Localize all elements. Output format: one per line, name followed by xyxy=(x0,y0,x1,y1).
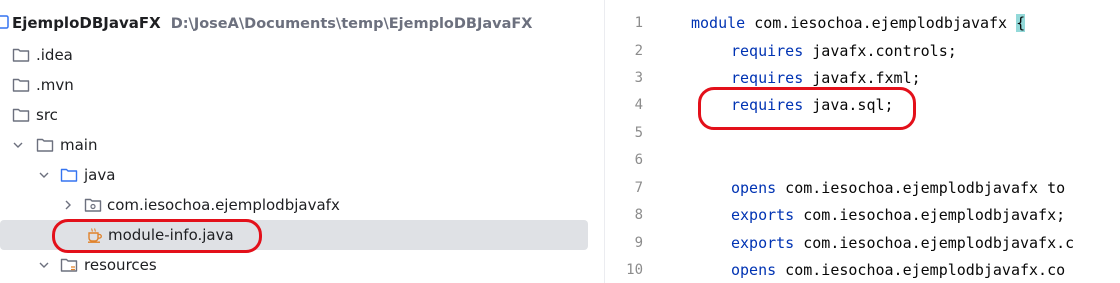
tree-item-module-info[interactable]: module-info.java xyxy=(0,220,588,250)
tree-item-src[interactable]: src xyxy=(0,100,590,130)
tree-item-idea[interactable]: .idea xyxy=(0,40,590,70)
folder-icon xyxy=(36,136,54,154)
chevron-down-icon[interactable] xyxy=(36,257,52,273)
source-folder-icon xyxy=(60,166,78,184)
tree-item-label: resources xyxy=(84,256,157,274)
project-tree-panel: EjemploDBJavaFX D:\JoseA\Documents\temp\E… xyxy=(0,0,604,283)
project-root-name: EjemploDBJavaFX xyxy=(12,14,161,32)
folder-icon xyxy=(12,106,30,124)
code-text: com.iesochoa.ejemplodbjavafx to xyxy=(776,179,1066,197)
package-icon xyxy=(84,196,102,214)
code-line-1: module com.iesochoa.ejemplodbjavafx { xyxy=(691,9,1026,37)
code-line-3: requires javafx.fxml; xyxy=(731,64,921,92)
matched-brace: { xyxy=(1016,14,1026,32)
code-text: com.iesochoa.ejemplodbjavafx; xyxy=(794,206,1066,224)
keyword: requires xyxy=(731,96,804,114)
code-editor[interactable]: 1 2 3 4 5 6 7 8 9 10 module com.iesochoa… xyxy=(605,0,1120,283)
java-file-icon xyxy=(86,226,104,244)
code-line-4: requires java.sql; xyxy=(731,91,894,119)
chevron-down-icon[interactable] xyxy=(10,137,26,153)
keyword: requires xyxy=(731,42,804,60)
resources-folder-icon xyxy=(60,256,78,274)
chevron-down-icon[interactable] xyxy=(36,167,52,183)
tree-item-label: module-info.java xyxy=(108,226,234,244)
line-number: 2 xyxy=(634,43,643,59)
line-number: 9 xyxy=(634,235,643,251)
tree-item-label: src xyxy=(36,106,58,124)
tree-item-package[interactable]: com.iesochoa.ejemplodbjavafx xyxy=(0,190,590,220)
project-root-path: D:\JoseA\Documents\temp\EjemploDBJavaFX xyxy=(170,16,533,32)
code-text: com.iesochoa.ejemplodbjavafx xyxy=(745,14,1017,32)
keyword: module xyxy=(691,14,746,32)
keyword: requires xyxy=(731,69,804,87)
line-number: 4 xyxy=(634,97,643,113)
code-line-10: opens com.iesochoa.ejemplodbjavafx.co xyxy=(731,256,1065,283)
tree-item-java[interactable]: java xyxy=(0,160,590,190)
keyword: exports xyxy=(731,234,795,252)
tree-item-label: java xyxy=(84,166,116,184)
tree-item-label: .idea xyxy=(36,46,73,64)
code-line-8: exports com.iesochoa.ejemplodbjavafx; xyxy=(731,201,1065,229)
tree-item-label: main xyxy=(60,136,98,154)
code-line-9: exports com.iesochoa.ejemplodbjavafx.c xyxy=(731,229,1074,257)
code-text: javafx.controls; xyxy=(803,42,957,60)
keyword: exports xyxy=(731,206,795,224)
tree-item-resources[interactable]: resources xyxy=(0,250,590,280)
tree-item-label: .mvn xyxy=(36,76,74,94)
line-number: 5 xyxy=(634,125,643,141)
folder-icon xyxy=(12,76,30,94)
chevron-right-icon[interactable] xyxy=(60,197,76,213)
folder-icon xyxy=(12,46,30,64)
line-number: 1 xyxy=(634,15,643,31)
module-folder-icon xyxy=(0,14,10,32)
keyword: opens xyxy=(731,261,777,279)
line-number: 8 xyxy=(634,207,643,223)
code-text: java.sql; xyxy=(803,96,894,114)
code-text: com.iesochoa.ejemplodbjavafx.co xyxy=(776,261,1066,279)
tree-root-row[interactable]: EjemploDBJavaFX D:\JoseA\Documents\temp\E… xyxy=(0,8,590,38)
tree-item-mvn[interactable]: .mvn xyxy=(0,70,590,100)
tree-item-label: com.iesochoa.ejemplodbjavafx xyxy=(107,196,340,214)
line-number: 10 xyxy=(626,262,643,278)
line-number: 3 xyxy=(634,70,643,86)
tree-item-main[interactable]: main xyxy=(0,130,590,160)
code-text: javafx.fxml; xyxy=(803,69,921,87)
code-text: com.iesochoa.ejemplodbjavafx.c xyxy=(794,234,1075,252)
code-line-2: requires javafx.controls; xyxy=(731,37,957,65)
line-number: 6 xyxy=(634,152,643,168)
line-number: 7 xyxy=(634,180,643,196)
code-line-7: opens com.iesochoa.ejemplodbjavafx to xyxy=(731,174,1065,202)
keyword: opens xyxy=(731,179,777,197)
